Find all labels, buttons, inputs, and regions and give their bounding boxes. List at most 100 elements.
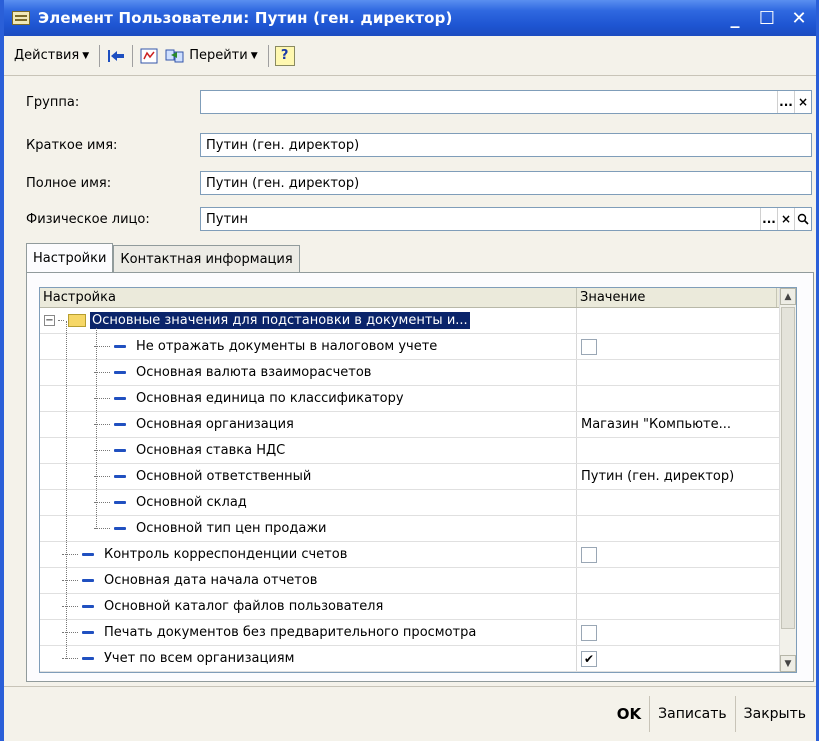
structure-icon[interactable] [139,46,159,66]
setting-cell[interactable]: Основная организация [40,412,577,437]
column-header-value[interactable]: Значение [577,288,777,307]
setting-label: Основная валюта взаиморасчетов [136,365,372,380]
table-row[interactable]: Учет по всем организациям ✔ [40,646,796,672]
short-name-field[interactable]: Путин (ген. директор) [200,133,812,157]
setting-cell[interactable]: Контроль корреспонденции счетов [40,542,577,567]
table-row[interactable]: Основная единица по классификатору [40,386,796,412]
value-cell[interactable] [577,308,777,333]
table-row[interactable]: Основной каталог файлов пользователя [40,594,796,620]
short-name-label: Краткое имя: [26,137,118,153]
table-row[interactable]: Основная организация Магазин "Компьюте... [40,412,796,438]
setting-cell[interactable]: Учет по всем организациям [40,646,577,671]
person-value: Путин [206,211,248,227]
setting-label: Не отражать документы в налоговом учете [136,339,438,354]
clear-button[interactable]: × [777,208,794,230]
select-button[interactable]: ... [777,91,794,113]
tree-connector [62,554,78,555]
setting-item-icon [114,345,126,348]
actions-menu-button[interactable]: Действия ▼ [10,45,93,66]
table-row[interactable]: Основной ответственный Путин (ген. директ… [40,464,796,490]
value-cell[interactable]: ✔ [577,646,777,671]
setting-label: Контроль корреспонденции счетов [104,547,348,562]
value-cell[interactable] [577,594,777,619]
scroll-up-icon[interactable]: ▲ [780,288,796,305]
full-name-field[interactable]: Путин (ген. директор) [200,171,812,195]
scroll-thumb[interactable] [781,307,795,629]
footer-bar: OK Записать Закрыть [4,686,816,741]
checkbox-unchecked[interactable] [581,338,597,355]
table-row[interactable]: Основной склад [40,490,796,516]
person-field[interactable]: Путин ... × [200,207,812,231]
setting-cell[interactable]: Основная валюта взаиморасчетов [40,360,577,385]
tab-contact-info[interactable]: Контактная информация [113,245,300,272]
maximize-button[interactable]: ☐ [758,8,776,29]
grid-body: − Основные значения для подстановки в док… [40,308,796,672]
checkbox-unchecked[interactable] [581,546,597,563]
help-icon[interactable]: ? [274,45,295,66]
full-name-label: Полное имя: [26,175,112,191]
magnifier-icon[interactable] [794,208,811,230]
checkbox-unchecked[interactable] [581,624,597,641]
value-cell[interactable] [577,438,777,463]
toolbar-separator [99,44,101,67]
value-cell[interactable] [577,386,777,411]
setting-label: Основная ставка НДС [136,443,286,458]
goto-menu-button[interactable]: Перейти ▼ [185,45,261,66]
title-bar[interactable]: Элемент Пользователи: Путин (ген. директ… [4,0,816,36]
checkbox-checked[interactable]: ✔ [581,650,597,667]
setting-cell[interactable]: − Основные значения для подстановки в док… [40,308,577,333]
table-row[interactable]: Основная валюта взаиморасчетов [40,360,796,386]
back-arrow-icon[interactable] [106,46,126,66]
setting-label: Основной тип цен продажи [136,521,327,536]
save-button[interactable]: Записать [649,696,735,732]
setting-cell[interactable]: Основной ответственный [40,464,577,489]
tree-line [66,321,67,659]
toolbar-separator [132,44,134,67]
clear-button[interactable]: × [794,91,811,113]
table-row[interactable]: Контроль корреспонденции счетов [40,542,796,568]
scroll-down-icon[interactable]: ▼ [780,655,796,672]
table-row[interactable]: Основная ставка НДС [40,438,796,464]
full-name-value: Путин (ген. директор) [206,175,360,191]
value-cell[interactable] [577,568,777,593]
group-field[interactable]: ... × [200,90,812,114]
table-row[interactable]: Основной тип цен продажи [40,516,796,542]
setting-cell[interactable]: Печать документов без предварительного п… [40,620,577,645]
select-button[interactable]: ... [760,208,777,230]
table-row[interactable]: Не отражать документы в налоговом учете [40,334,796,360]
goto-label: Перейти [189,48,248,63]
value-cell[interactable] [577,542,777,567]
setting-item-icon [114,449,126,452]
value-cell[interactable] [577,360,777,385]
value-cell[interactable]: Магазин "Компьюте... [577,412,777,437]
setting-label: Основная дата начала отчетов [104,573,318,588]
close-window-button[interactable]: ✕ [790,8,808,29]
table-row[interactable]: Основная дата начала отчетов [40,568,796,594]
user-element-window: Элемент Пользователи: Путин (ген. директ… [0,0,819,741]
setting-cell[interactable]: Не отражать документы в налоговом учете [40,334,577,359]
tree-connector [58,320,64,321]
ok-button[interactable]: OK [609,696,649,732]
setting-cell[interactable]: Основная дата начала отчетов [40,568,577,593]
setting-cell[interactable]: Основной тип цен продажи [40,516,577,541]
setting-item-icon [82,553,94,556]
value-cell[interactable] [577,516,777,541]
value-cell[interactable] [577,334,777,359]
table-row[interactable]: Печать документов без предварительного п… [40,620,796,646]
setting-cell[interactable]: Основной склад [40,490,577,515]
table-row[interactable]: − Основные значения для подстановки в док… [40,308,796,334]
setting-cell[interactable]: Основной каталог файлов пользователя [40,594,577,619]
sync-icon[interactable] [165,46,185,66]
close-button[interactable]: Закрыть [734,696,814,732]
value-cell[interactable] [577,490,777,515]
value-cell[interactable]: Путин (ген. директор) [577,464,777,489]
vertical-scrollbar[interactable]: ▲ ▼ [779,288,796,672]
setting-cell[interactable]: Основная ставка НДС [40,438,577,463]
tab-settings[interactable]: Настройки [26,243,114,272]
minimize-button[interactable]: _ [726,8,744,29]
setting-cell[interactable]: Основная единица по классификатору [40,386,577,411]
value-cell[interactable] [577,620,777,645]
toolbar: Действия ▼ Перейти ▼ ? [4,36,816,76]
column-header-setting[interactable]: Настройка [40,288,577,307]
collapse-toggle-icon[interactable]: − [44,315,55,326]
